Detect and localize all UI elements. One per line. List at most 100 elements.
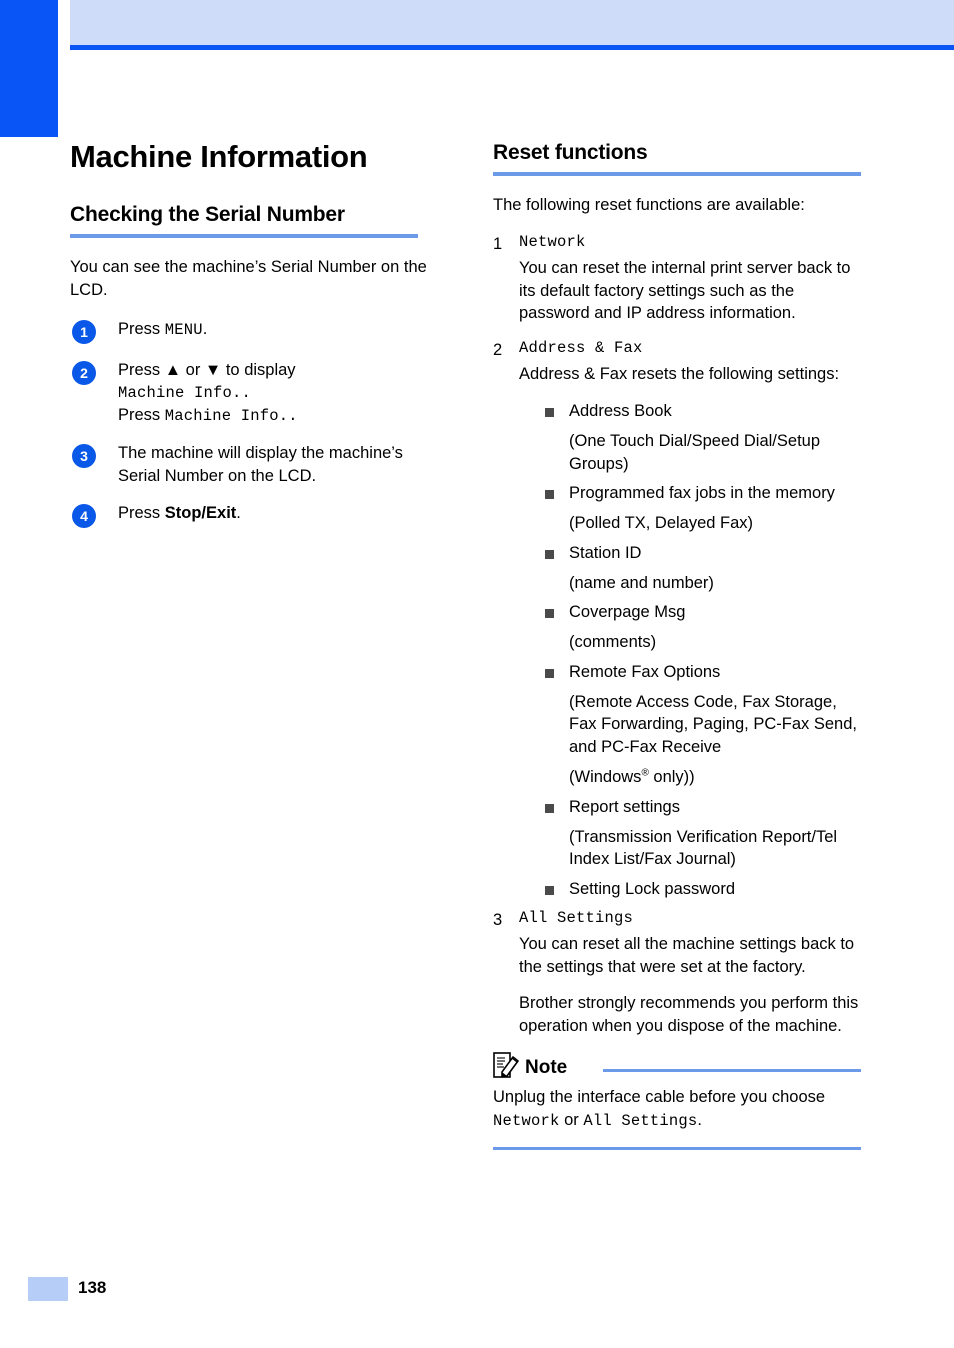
reset-function-body: You can reset the internal print server … [493,257,861,325]
step-body: Press ▲ or ▼ to display Machine Info.. Pre… [118,359,438,428]
bullet-sublabel: (name and number) [569,573,714,592]
bullet-sublabel: (One Touch Dial/Speed Dial/Setup Groups) [569,431,821,473]
reset-function-body: Address & Fax resets the following setti… [493,363,861,901]
numbered-step-list: 1 Press MENU. 2 Press ▲ or ▼ to display Mach… [70,318,438,529]
reset-function-heading: 1 Network [493,232,861,253]
reset-function-label: Network [519,232,586,251]
square-bullet-icon [545,490,554,500]
note-header-rule [603,1068,861,1072]
reset-function-paragraph: Brother strongly recommends you perform … [519,994,859,1036]
step-number-badge: 4 [72,504,96,529]
page-columns: Machine Information Checking the Serial … [0,0,954,1348]
bullet-sublabel: (comments) [569,633,657,652]
bullet-item: Programmed fax jobs in the memory (Polled… [545,482,861,535]
step-body: Press Stop/Exit. [118,502,438,524]
footer-color-swatch [28,1277,68,1301]
reset-function-list: 1 Network You can reset the internal print… [493,233,861,1038]
reset-function-paragraph: You can reset all the machine settings b… [519,934,855,976]
step-text-plain: Press [118,406,165,425]
step-number-badge: 3 [72,444,96,469]
bullet-sublabel: (Polled TX, Delayed Fax) [569,514,754,533]
reset-function-paragraph: You can reset the internal print server … [519,258,851,323]
square-bullet-icon [545,408,554,418]
page-title: Machine Information [70,139,368,174]
note-text-suffix: . [697,1110,702,1129]
note-text-mid: or [559,1110,584,1129]
step-text-plain: Press [118,319,165,338]
left-column: Machine Information Checking the Serial … [70,139,438,543]
reset-function-item-2: 2 Address & Fax Address & Fax resets the f… [493,339,861,901]
registered-trademark-icon: ® [641,767,649,779]
note-text: Unplug the interface cable before you ch… [493,1086,861,1132]
step-3: 3 The machine will display the machine’s … [70,442,438,487]
note-mono-all-settings: All Settings [583,1111,698,1130]
step-body: Press MENU. [118,318,438,341]
right-column: Reset functions The following reset func… [493,140,861,1150]
reset-function-number: 2 [493,341,503,360]
bullet-label: Report settings [569,797,680,816]
bullet-item: Remote Fax Options (Remote Access Code, F… [545,661,861,789]
step-line: Press MENU. [118,318,438,341]
bullet-item: Coverpage Msg (comments) [545,601,861,654]
note-header: Note [493,1052,861,1086]
page-footer: 138 [0,1275,954,1315]
square-bullet-icon [545,549,554,559]
bullet-sublabel: (Remote Access Code, Fax Storage, Fax Fo… [569,692,857,757]
step-line: Machine Info.. [118,381,438,404]
bullet-item: Station ID (name and number) [545,542,861,595]
bullet-label: Coverpage Msg [569,603,686,622]
section-title-underline [70,234,418,239]
section-title-serial-number: Checking the Serial Number [70,203,345,227]
windows-suffix-text: only)) [648,767,695,786]
step-text-plain: Press ▲ or ▼ to display [118,360,296,379]
windows-text: (Windows [569,767,642,786]
step-text-plain: The machine will display the machine’s S… [118,444,403,485]
reset-function-item-1: 1 Network You can reset the internal print… [493,233,861,325]
reset-function-item-3: 3 All Settings You can reset all the machi… [493,909,861,1038]
bullet-label: Remote Fax Options [569,662,721,681]
note-box: Note Unplug the interface cable before y… [493,1052,861,1150]
step-2: 2 Press ▲ or ▼ to display Machine Info.. Pr… [70,359,438,428]
bullet-label: Station ID [569,543,642,562]
reset-function-heading: 3 All Settings [493,909,861,929]
bullet-label: Programmed fax jobs in the memory [569,484,835,503]
step-line: Press Machine Info.. [118,404,438,427]
square-bullet-icon [545,609,554,619]
step-number-badge: 2 [72,360,96,385]
step-body: The machine will display the machine’s S… [118,442,438,487]
reset-function-paragraph: Address & Fax resets the following setti… [519,365,840,384]
section-title-underline [493,172,861,177]
bullet-item: Report settings (Transmission Verificatio… [545,796,861,871]
step-line: Press Stop/Exit. [118,502,438,524]
step-4: 4 Press Stop/Exit. [70,502,438,529]
reset-function-heading: 2 Address & Fax [493,339,861,359]
square-bullet-icon [545,668,554,678]
square-bullet-icon [545,803,554,813]
bullet-label: Address Book [569,402,672,421]
bullet-item: Setting Lock password [545,878,861,901]
step-line: Press ▲ or ▼ to display [118,359,438,381]
reset-function-number: 3 [493,910,503,929]
step-text-mono: MENU [164,320,203,339]
reset-function-number: 1 [493,234,503,253]
reset-settings-bullet-list: Address Book (One Touch Dial/Speed Dial/S… [519,400,861,901]
step-number-badge: 1 [72,319,96,344]
step-text-bold: Stop/Exit [164,504,237,523]
reset-intro-paragraph: The following reset functions are availa… [493,196,805,215]
step-1: 1 Press MENU. [70,318,438,344]
step-text-mono: Machine Info.. [164,407,298,426]
reset-function-label: Address & Fax [519,339,643,358]
step-line: The machine will display the machine’s S… [118,442,438,487]
note-mono-network: Network [493,1111,560,1130]
note-text-prefix: Unplug the interface cable before you ch… [493,1087,826,1106]
step-text-plain: Press [118,504,165,523]
note-pencil-icon [493,1052,519,1082]
step-text-plain: . [202,319,208,338]
bullet-sublabel-continued: (Windows® only)) [569,766,861,789]
bullet-sublabel: (Transmission Verification Report/Tel In… [569,827,838,869]
bullet-label: Setting Lock password [569,880,736,899]
step-text-plain: . [236,504,241,523]
page-number: 138 [78,1278,107,1297]
step-text-mono: Machine Info.. [118,384,252,403]
intro-paragraph: You can see the machine’s Serial Number … [70,258,427,300]
